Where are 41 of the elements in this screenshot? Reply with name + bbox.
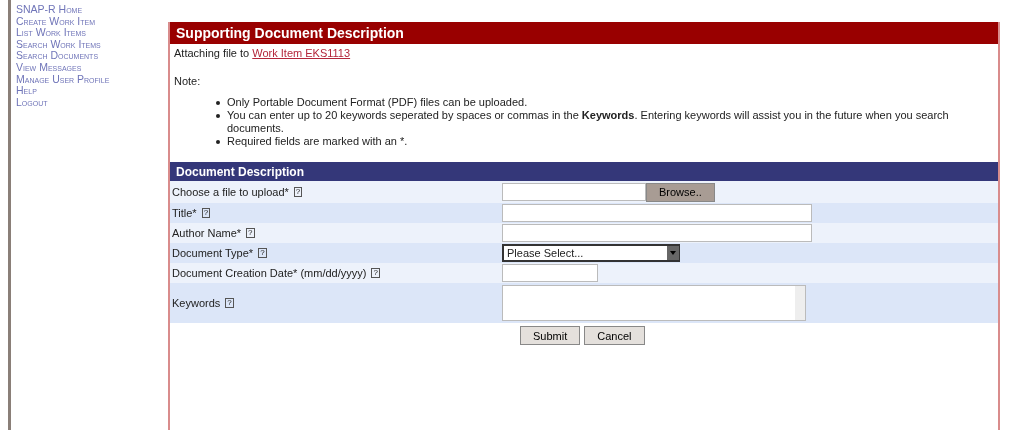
work-item-link[interactable]: Work Item EKS1113 [252,47,351,59]
help-button[interactable]: ? [201,208,211,218]
field-label: Document Creation Date* (mm/dd/yyyy) [172,267,367,279]
nav-link[interactable]: List Work Items [16,27,168,39]
nav-link[interactable]: Help [16,85,168,97]
keywords-field[interactable] [502,285,806,321]
type-dropdown[interactable]: Please Select... [502,244,680,262]
submit-button[interactable]: Submit [520,326,581,345]
nav-link[interactable]: SNAP-R Home [16,4,168,16]
note-text: You can enter up to 20 keywords seperated by spaces or commas in the Keywords. Entering keywords will assist you in the future when you search documents. [227,109,950,135]
nav-link[interactable]: Search Documents [16,50,168,62]
field-label: Choose a file to upload* [172,186,289,198]
field-label: Document Type* [172,247,254,259]
cancel-button[interactable]: Cancel [584,326,645,345]
attach-text: Attaching file to [174,47,250,59]
help-button[interactable]: ? [225,298,234,308]
nav-link[interactable]: Manage User Profile [16,73,168,86]
section-title: Document Description [170,162,998,181]
help-button[interactable]: ? [293,187,303,197]
nav-link[interactable]: Logout [16,96,168,109]
bullet-icon [216,140,220,144]
help-button[interactable]: ? [371,268,380,278]
file-field[interactable] [502,183,646,201]
panel-title: Supporting Document Description [170,22,998,44]
nav-link[interactable]: Search Work Items [16,38,168,51]
field-label: Title* [172,207,197,219]
note-text: Only Portable Document Format (PDF) files can be uploaded. [227,96,528,109]
field-label: Author Name* [172,227,242,239]
text-field[interactable] [502,204,812,222]
help-button[interactable]: ? [258,248,267,258]
help-button[interactable]: ? [246,228,255,238]
bullet-icon [216,101,220,105]
date-field[interactable] [502,264,598,282]
note-label: Note: [174,75,201,87]
text-field[interactable] [502,224,812,242]
nav-link[interactable]: Create Work Item [16,15,168,28]
nav-link[interactable]: View Messages [16,61,168,74]
field-label: Keywords [172,297,221,309]
bullet-icon [216,114,220,118]
browse-button[interactable]: Browse.. [646,182,715,202]
note-text: Required fields are marked with an *. [227,135,408,148]
